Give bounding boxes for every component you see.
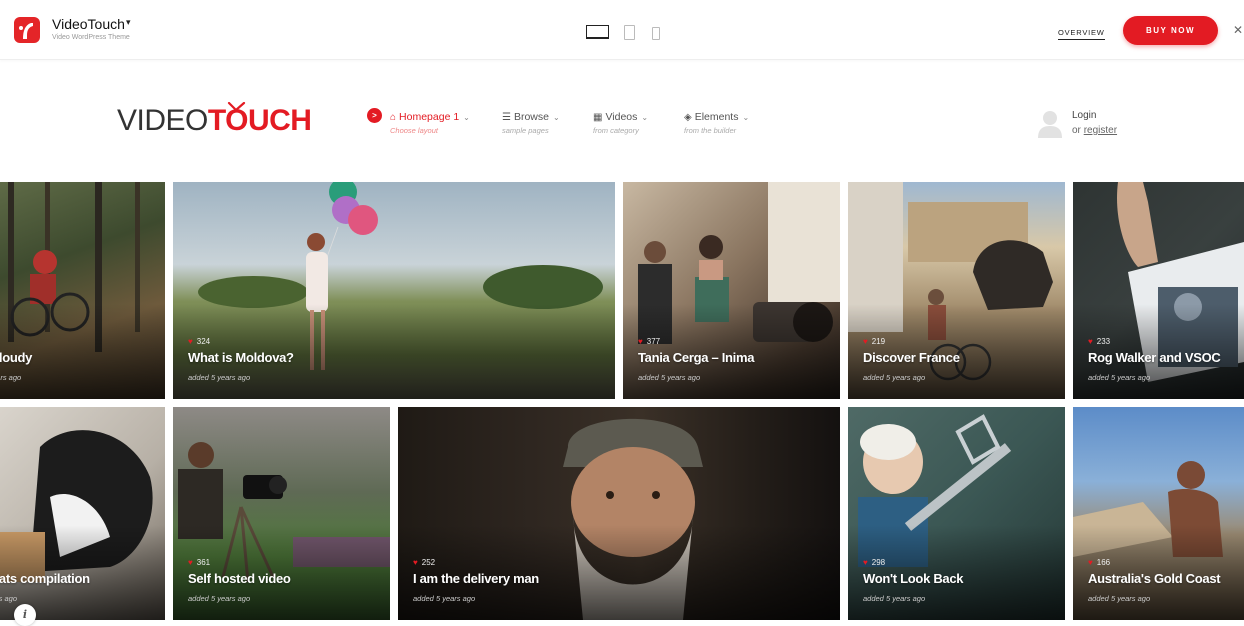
video-title[interactable]: I am the delivery man xyxy=(413,571,539,586)
video-likes: ♥ 166 xyxy=(1088,558,1111,567)
nav-browse-sub: sample pages xyxy=(502,126,549,135)
video-date: added 5 years ago xyxy=(188,594,251,603)
video-date: added 5 years ago xyxy=(1088,373,1151,382)
video-likes: ♥ 252 xyxy=(413,558,436,567)
or-text: or xyxy=(1072,125,1081,136)
chevron-down-icon[interactable]: ▾ xyxy=(126,17,131,28)
video-tile[interactable]: ♥ 166 Australia's Gold Coast added 5 year… xyxy=(1073,407,1244,620)
heart-icon: ♥ xyxy=(638,337,643,346)
video-date: ears ago xyxy=(0,373,22,382)
heart-icon: ♥ xyxy=(188,337,193,346)
video-date: added 5 years ago xyxy=(413,594,476,603)
heart-icon: ♥ xyxy=(863,558,868,567)
logo-text-video: VIDEO xyxy=(117,104,208,137)
video-title[interactable]: Won't Look Back xyxy=(863,571,964,586)
nav-arrow-icon[interactable]: > xyxy=(367,108,382,123)
video-title[interactable]: What is Moldova? xyxy=(188,350,294,365)
cube-icon: ◈ xyxy=(684,112,692,123)
film-icon: ▦ xyxy=(593,112,603,123)
home-icon: ⌂ xyxy=(390,112,397,123)
heart-icon: ♥ xyxy=(1088,558,1093,567)
logo-text-touch: TOUCH xyxy=(207,104,312,137)
nav-videos-sub: from category xyxy=(593,126,639,135)
nav-elements-sub: from the builder xyxy=(684,126,737,135)
chevron-down-icon: ⌄ xyxy=(552,113,560,122)
brand-name[interactable]: VideoTouch xyxy=(52,16,125,32)
video-date: added 5 years ago xyxy=(863,373,926,382)
video-date: added 5 years ago xyxy=(1088,594,1151,603)
chevron-down-icon: ⌄ xyxy=(463,113,470,122)
register-line: or register xyxy=(1072,125,1117,136)
desktop-icon[interactable] xyxy=(586,25,609,39)
nav-elements-label: Elements xyxy=(694,111,739,123)
buy-now-button[interactable]: BUY NOW xyxy=(1123,16,1218,45)
heart-icon: ♥ xyxy=(413,558,418,567)
video-date: added 5 years ago xyxy=(188,373,251,382)
nav-browse[interactable]: ☰ Browse ⌄ sample pages xyxy=(502,111,560,135)
video-tile[interactable]: ♥ 361 Self hosted video added 5 years ago xyxy=(173,407,390,620)
video-title[interactable]: Discover France xyxy=(863,350,960,365)
video-likes: ♥ 219 xyxy=(863,337,886,346)
menu-icon: ☰ xyxy=(502,112,511,123)
brand-subtitle: Video WordPress Theme xyxy=(52,34,130,41)
video-tile[interactable]: ♥ 377 Tania Cerga – Inima added 5 years a… xyxy=(623,182,840,399)
video-tile[interactable]: cloudy ears ago xyxy=(0,182,165,399)
video-tile[interactable]: ♥ 324 What is Moldova? added 5 years ago xyxy=(173,182,615,399)
video-title[interactable]: cats compilation xyxy=(0,571,90,586)
info-icon[interactable]: i xyxy=(14,604,36,626)
video-date: added 5 years ago xyxy=(863,594,926,603)
nav-homepage-sub: Choose layout xyxy=(390,126,438,135)
video-title[interactable]: Self hosted video xyxy=(188,571,291,586)
video-likes: ♥ 298 xyxy=(863,558,886,567)
video-tile[interactable]: ♥ 252 I am the delivery man added 5 years… xyxy=(398,407,840,620)
demo-bar: VideoTouch ▾ Video WordPress Theme OVERV… xyxy=(0,0,1244,60)
video-likes: ♥ 233 xyxy=(1088,337,1111,346)
heart-icon: ♥ xyxy=(863,337,868,346)
nav-elements[interactable]: ◈ Elements ⌄ from the builder xyxy=(684,111,749,135)
chevron-down-icon: ⌄ xyxy=(641,113,649,122)
video-title[interactable]: Rog Walker and VSOC xyxy=(1088,350,1221,365)
site-logo[interactable]: VIDEOTOUCH xyxy=(117,104,312,138)
nav-browse-label: Browse xyxy=(513,111,549,123)
video-title[interactable]: Tania Cerga – Inima xyxy=(638,350,754,365)
video-title[interactable]: Australia's Gold Coast xyxy=(1088,571,1221,586)
video-date: ars ago xyxy=(0,594,18,603)
video-likes: ♥ 324 xyxy=(188,337,211,346)
heart-icon: ♥ xyxy=(188,558,193,567)
video-date: added 5 years ago xyxy=(638,373,701,382)
video-likes: ♥ 361 xyxy=(188,558,211,567)
video-title[interactable]: cloudy xyxy=(0,350,32,365)
nav-videos-label: Videos xyxy=(605,111,638,123)
nav-homepage-label: Homepage 1 xyxy=(399,111,460,123)
video-tile[interactable]: ♥ 219 Discover France added 5 years ago xyxy=(848,182,1065,399)
user-avatar-icon[interactable] xyxy=(1038,108,1062,138)
video-tile[interactable]: ♥ 233 Rog Walker and VSOC added 5 years a… xyxy=(1073,182,1244,399)
heart-icon: ♥ xyxy=(1088,337,1093,346)
video-tile[interactable]: ♥ 298 Won't Look Back added 5 years ago xyxy=(848,407,1065,620)
phone-icon[interactable] xyxy=(652,27,660,40)
video-likes: ♥ 377 xyxy=(638,337,661,346)
videotouch-logo-icon[interactable] xyxy=(14,17,40,43)
overview-link[interactable]: OVERVIEW xyxy=(1058,28,1105,40)
nav-videos[interactable]: ▦ Videos ⌄ from category xyxy=(593,111,648,135)
tablet-icon[interactable] xyxy=(624,25,635,40)
register-link[interactable]: register xyxy=(1084,125,1117,136)
close-icon[interactable]: ✕ xyxy=(1233,23,1243,37)
login-link[interactable]: Login xyxy=(1072,110,1096,121)
nav-homepage[interactable]: ⌂ Homepage 1 ⌄ Choose layout xyxy=(390,111,470,135)
video-tile[interactable]: cats compilation ars ago xyxy=(0,407,165,620)
chevron-down-icon: ⌄ xyxy=(742,113,750,122)
logo-antenna-icon xyxy=(227,102,246,112)
